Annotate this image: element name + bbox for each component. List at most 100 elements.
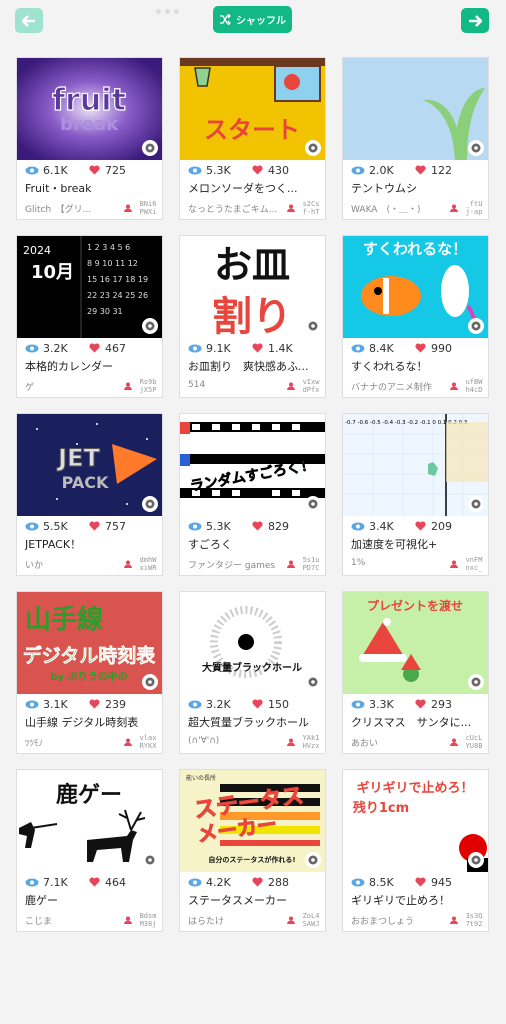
- game-card[interactable]: プレゼントを渡せ 3.3K 293 クリスマス サンタに... あおい cUcL…: [342, 591, 489, 754]
- settings-gear-icon[interactable]: [305, 318, 321, 334]
- eye-icon: [188, 166, 202, 174]
- settings-gear-icon[interactable]: [305, 674, 321, 690]
- settings-gear-icon[interactable]: [468, 674, 484, 690]
- shuffle-label: シャッフル: [236, 16, 286, 27]
- game-title[interactable]: テントウムシ: [351, 181, 481, 197]
- game-thumbnail[interactable]: ギリギリで止めろ！ 残り1cm: [343, 770, 488, 872]
- svg-text:残り1cm: 残り1cm: [353, 800, 409, 816]
- view-count: 9.1K: [206, 341, 231, 355]
- author-name[interactable]: あおい: [351, 736, 443, 749]
- card-stats: 8.4K 990: [343, 339, 488, 357]
- game-thumbnail[interactable]: ランダムすごろく！: [180, 414, 325, 516]
- settings-gear-icon[interactable]: [305, 140, 321, 156]
- game-thumbnail[interactable]: JET PACK: [17, 414, 162, 516]
- settings-gear-icon[interactable]: [142, 318, 158, 334]
- eye-icon: [25, 166, 39, 174]
- author-name[interactable]: こじま: [25, 914, 117, 927]
- game-card[interactable]: ランダムすごろく！ 5.3K 829 すごろく ファンタジー games 5s1…: [179, 413, 326, 576]
- game-card[interactable]: fruit break 6.1K 725 Fruit・break Glitch …: [16, 57, 163, 220]
- settings-gear-icon[interactable]: [142, 496, 158, 512]
- game-card[interactable]: 2024 10月 1 2 3 4 5 6 8 9 10 11 12 15 16 …: [16, 235, 163, 398]
- author-name[interactable]: 514: [188, 380, 280, 390]
- settings-gear-icon[interactable]: [468, 852, 484, 868]
- next-button[interactable]: [461, 8, 489, 33]
- heart-icon: [415, 343, 426, 353]
- game-thumbnail[interactable]: スタート: [180, 58, 325, 160]
- game-card[interactable]: 大質量ブラックホール 3.2K 150 超大質量ブラックホール (∩'∀'∩) …: [179, 591, 326, 754]
- game-title[interactable]: すくわれるな！: [351, 359, 481, 375]
- game-thumbnail[interactable]: 大質量ブラックホール: [180, 592, 325, 694]
- game-card[interactable]: スタート 5.3K 430 メロンソーダをつく... なっとうたまごキム... …: [179, 57, 326, 220]
- settings-gear-icon[interactable]: [468, 140, 484, 156]
- author-name[interactable]: 1%: [351, 558, 443, 568]
- game-thumbnail[interactable]: 鹿ゲー: [17, 770, 162, 872]
- author-name[interactable]: ファンタジー games: [188, 558, 280, 571]
- like-count: 1.4K: [268, 341, 293, 355]
- svg-text:JET: JET: [56, 444, 100, 472]
- eye-icon: [188, 700, 202, 708]
- user-icon: [124, 382, 132, 390]
- game-thumbnail[interactable]: プレゼントを渡せ: [343, 592, 488, 694]
- game-title[interactable]: 加速度を可視化+: [351, 537, 481, 553]
- view-count: 3.3K: [369, 697, 394, 711]
- game-thumbnail[interactable]: 山手線 デジタル時刻表 by ぷりうの中の: [17, 592, 162, 694]
- settings-gear-icon[interactable]: [468, 496, 484, 512]
- svg-text:22 23 24 25 26: 22 23 24 25 26: [87, 291, 148, 300]
- settings-gear-icon[interactable]: [142, 674, 158, 690]
- game-thumbnail[interactable]: 能いの長所 ステータス メーカー 自分のステータスが作れる!: [180, 770, 325, 872]
- game-card[interactable]: すくわれるな！ 8.4K 990 すくわれるな！ バナナのアニメ制作 ufBW h…: [342, 235, 489, 398]
- game-card[interactable]: -0.7 -0.6 -0.5 -0.4 -0.3 -0.2 -0.1 0 0.1…: [342, 413, 489, 576]
- user-icon: [124, 204, 132, 212]
- author-name[interactable]: (∩'∀'∩): [188, 736, 280, 746]
- settings-gear-icon[interactable]: [305, 852, 321, 868]
- game-title[interactable]: クリスマス サンタに...: [351, 715, 481, 731]
- like-count: 150: [268, 697, 289, 711]
- game-thumbnail[interactable]: お皿 割り: [180, 236, 325, 338]
- game-card[interactable]: 能いの長所 ステータス メーカー 自分のステータスが作れる! 4.2K 288 …: [179, 769, 326, 932]
- author-name[interactable]: はらたけ: [188, 914, 280, 927]
- game-thumbnail[interactable]: [343, 58, 488, 160]
- game-thumbnail[interactable]: 2024 10月 1 2 3 4 5 6 8 9 10 11 12 15 16 …: [17, 236, 162, 338]
- game-thumbnail[interactable]: fruit break: [17, 58, 162, 160]
- game-card[interactable]: お皿 割り 9.1K 1.4K お皿割り 爽快感あふ... 514 vIxw dP…: [179, 235, 326, 398]
- author-name[interactable]: WAKA (・＿・): [351, 202, 443, 215]
- author-name[interactable]: バナナのアニメ制作: [351, 380, 443, 393]
- game-card[interactable]: 2.0K 122 テントウムシ WAKA (・＿・) _ftU j-ap: [342, 57, 489, 220]
- heart-icon: [252, 165, 263, 175]
- settings-gear-icon[interactable]: [468, 318, 484, 334]
- heart-icon: [89, 165, 100, 175]
- author-name[interactable]: なっとうたまごキム...: [188, 202, 280, 215]
- game-title[interactable]: メロンソーダをつく...: [188, 181, 318, 197]
- game-card[interactable]: 山手線 デジタル時刻表 by ぷりうの中の 3.1K 239 山手線 デジタル時…: [16, 591, 163, 754]
- back-button[interactable]: [15, 8, 43, 33]
- game-title[interactable]: 本格的カレンダー: [25, 359, 155, 375]
- shuffle-button[interactable]: シャッフル: [213, 6, 292, 33]
- game-thumbnail[interactable]: すくわれるな！: [343, 236, 488, 338]
- game-title[interactable]: JETPACK！: [25, 537, 155, 553]
- author-name[interactable]: おおまつしょう: [351, 914, 443, 927]
- card-stats: 4.2K 288: [180, 873, 325, 891]
- author-name[interactable]: いか: [25, 558, 117, 571]
- game-title[interactable]: Fruit・break: [25, 181, 155, 197]
- game-title[interactable]: お皿割り 爽快感あふ...: [188, 359, 318, 375]
- game-title[interactable]: 山手線 デジタル時刻表: [25, 715, 155, 731]
- settings-gear-icon[interactable]: [142, 852, 158, 868]
- game-title[interactable]: ステータスメーカー: [188, 893, 318, 909]
- game-title[interactable]: 鹿ゲー: [25, 893, 155, 909]
- game-card[interactable]: 鹿ゲー 7.1K 464 鹿ゲー こじま Bdsm M38j: [16, 769, 163, 932]
- game-thumbnail[interactable]: -0.7 -0.6 -0.5 -0.4 -0.3 -0.2 -0.1 0 0.1…: [343, 414, 488, 516]
- eye-icon: [188, 522, 202, 530]
- game-title[interactable]: ギリギリで止めろ！: [351, 893, 481, 909]
- author-name[interactable]: ゲ: [25, 380, 117, 393]
- settings-gear-icon[interactable]: [142, 140, 158, 156]
- game-title[interactable]: 超大質量ブラックホール: [188, 715, 318, 731]
- card-stats: 5.5K 757: [17, 517, 162, 535]
- game-title[interactable]: すごろく: [188, 537, 318, 553]
- card-stats: 5.3K 430: [180, 161, 325, 179]
- game-card[interactable]: ギリギリで止めろ！ 残り1cm 8.5K 945 ギリギリで止めろ！ おおまつし…: [342, 769, 489, 932]
- game-card[interactable]: JET PACK 5.5K 757 JETPACK！ いか dmhW xiWR: [16, 413, 163, 576]
- author-name[interactable]: ﾂﾂﾓﾉ: [25, 736, 117, 749]
- heart-icon: [89, 877, 100, 887]
- settings-gear-icon[interactable]: [305, 496, 321, 512]
- author-name[interactable]: Glitch 【グリ...: [25, 202, 117, 215]
